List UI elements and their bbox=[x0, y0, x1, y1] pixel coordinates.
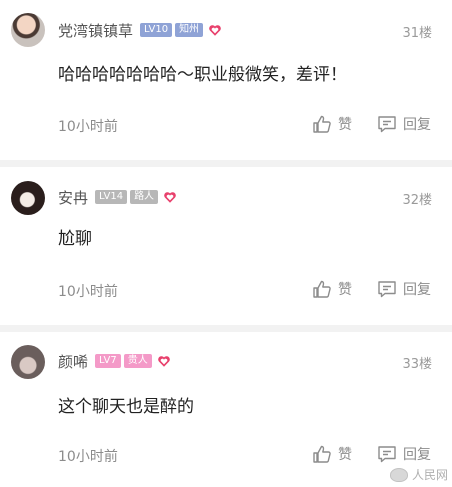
floor-number: 33楼 bbox=[402, 357, 432, 372]
avatar[interactable] bbox=[11, 181, 45, 215]
reply-label: 回复 bbox=[403, 117, 431, 133]
like-button[interactable]: 赞 bbox=[312, 279, 352, 299]
comment-item: 颜唏 LV7 贵人 33楼 这个聊天也是醉的 10小时前 赞 回复 人民网 bbox=[0, 332, 452, 487]
username[interactable]: 安冉 bbox=[58, 187, 88, 208]
thumbs-up-icon bbox=[313, 115, 331, 133]
heart-icon bbox=[164, 192, 176, 203]
title-badge: 贵人 bbox=[123, 354, 152, 368]
comment-icon bbox=[378, 281, 396, 298]
comment-icon bbox=[378, 116, 396, 133]
username[interactable]: 颜唏 bbox=[58, 351, 88, 372]
reply-button[interactable]: 回复 bbox=[377, 444, 431, 464]
floor-number: 31楼 bbox=[402, 26, 432, 41]
avatar[interactable] bbox=[11, 345, 45, 379]
level-badge: LV10 bbox=[140, 23, 173, 37]
avatar[interactable] bbox=[11, 13, 45, 47]
username[interactable]: 党湾镇镇草 bbox=[58, 20, 133, 41]
watermark-text: 人民网 bbox=[411, 468, 448, 482]
level-badge: LV7 bbox=[95, 354, 121, 368]
thumbs-up-icon bbox=[313, 280, 331, 298]
title-badge: 知州 bbox=[175, 23, 204, 37]
like-button[interactable]: 赞 bbox=[312, 444, 352, 464]
reply-button[interactable]: 回复 bbox=[377, 114, 431, 134]
floor-number: 32楼 bbox=[402, 193, 432, 208]
weibo-icon bbox=[389, 467, 408, 482]
comment-icon bbox=[378, 446, 396, 463]
timestamp: 10小时前 bbox=[58, 284, 118, 300]
comment-text: 尬聊 bbox=[58, 229, 92, 249]
like-label: 赞 bbox=[338, 117, 352, 133]
title-badge: 路人 bbox=[130, 190, 159, 204]
comment-list: 党湾镇镇草 LV10 知州 31楼 哈哈哈哈哈哈哈～职业般微笑，差评！ 10小时… bbox=[0, 0, 452, 487]
thumbs-up-icon bbox=[313, 445, 331, 463]
level-badge: LV14 bbox=[95, 190, 128, 204]
heart-icon bbox=[157, 356, 170, 367]
like-button[interactable]: 赞 bbox=[312, 114, 352, 134]
comment-header: 颜唏 LV7 贵人 bbox=[58, 351, 171, 371]
comment-header: 安冉 LV14 路人 bbox=[58, 187, 177, 207]
heart-icon bbox=[209, 25, 221, 36]
comment-item: 安冉 LV14 路人 32楼 尬聊 10小时前 赞 回复 bbox=[0, 167, 452, 325]
comment-header: 党湾镇镇草 LV10 知州 bbox=[58, 20, 222, 40]
reply-label: 回复 bbox=[403, 282, 431, 298]
watermark: 人民网 bbox=[389, 466, 448, 483]
comment-item: 党湾镇镇草 LV10 知州 31楼 哈哈哈哈哈哈哈～职业般微笑，差评！ 10小时… bbox=[0, 0, 452, 160]
reply-button[interactable]: 回复 bbox=[377, 279, 431, 299]
timestamp: 10小时前 bbox=[58, 119, 118, 135]
timestamp: 10小时前 bbox=[58, 449, 118, 465]
reply-label: 回复 bbox=[403, 447, 431, 463]
like-label: 赞 bbox=[338, 447, 352, 463]
comment-text: 这个聊天也是醉的 bbox=[58, 397, 194, 417]
like-label: 赞 bbox=[338, 282, 352, 298]
comment-text: 哈哈哈哈哈哈哈～职业般微笑，差评！ bbox=[58, 65, 347, 85]
